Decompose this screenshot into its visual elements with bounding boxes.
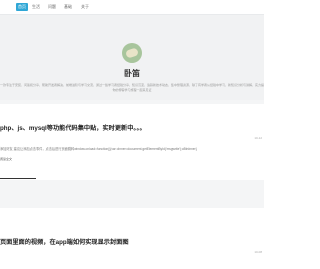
site-description: 一款专注于安装、问答和分享，帮助开发者解决，前端进阶与学习交流，通过一些学习者经… bbox=[0, 83, 264, 87]
article-card: php、js、mysql等功能代码集中贴，实时更新中。。。 10-12 添加好友… bbox=[0, 104, 264, 180]
top-nav: 首页 生活 问题 基础 关于 bbox=[0, 0, 264, 15]
article-date: 10-08 bbox=[254, 250, 262, 254]
site-banner: 卧笛 一款专注于安装、问答和分享，帮助开发者解决，前端进阶与学习交流，通过一些学… bbox=[0, 15, 264, 100]
nav-item-basics[interactable]: 基础 bbox=[62, 3, 74, 11]
article-divider bbox=[0, 178, 36, 179]
site-title: 卧笛 bbox=[124, 69, 140, 78]
nav-item-questions[interactable]: 问题 bbox=[46, 3, 58, 11]
site-logo[interactable] bbox=[122, 43, 142, 63]
nav-item-about[interactable]: 关于 bbox=[79, 3, 91, 11]
site-tagline: 你的博客学习旅程一起来见证 bbox=[112, 88, 152, 92]
nav-item-life[interactable]: 生活 bbox=[30, 3, 42, 11]
article-title[interactable]: php、js、mysql等功能代码集中贴，实时更新中。。。 bbox=[0, 123, 146, 132]
article-card: 页面里面的视频，在app端如何实现显示封面图 10-08 bbox=[0, 208, 264, 269]
nav-item-home[interactable]: 首页 bbox=[16, 3, 28, 11]
article-date: 10-12 bbox=[254, 136, 262, 140]
logo-leaf-icon bbox=[125, 47, 139, 59]
article-title[interactable]: 页面里面的视频，在app端如何实现显示封面图 bbox=[0, 237, 129, 246]
read-more-link[interactable]: 阅读全文 bbox=[0, 157, 12, 161]
article-excerpt: 添加好友 建议让添加点击事件，点击后进行页面跳转window.onload=fu… bbox=[0, 147, 197, 151]
page: 首页 生活 问题 基础 关于 卧笛 一款专注于安装、问答和分享，帮助开发者解决，… bbox=[0, 0, 264, 269]
